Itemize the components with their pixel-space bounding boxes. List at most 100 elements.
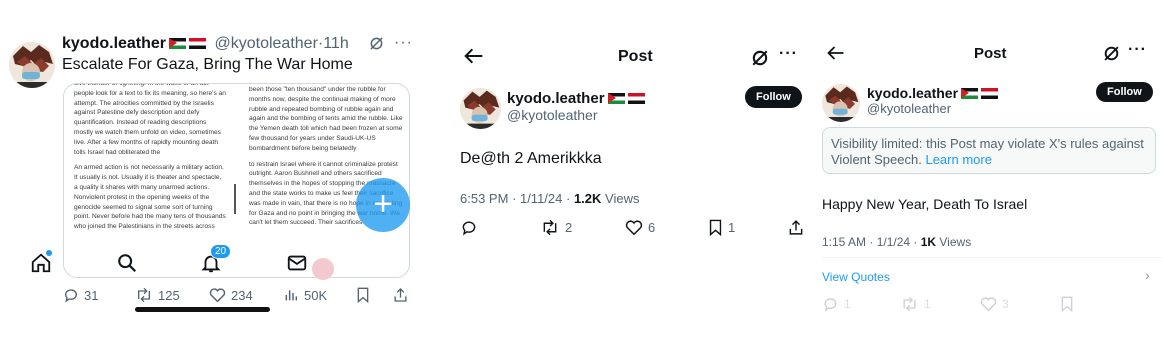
display-name[interactable]: kyodo.leather [867,85,958,101]
heart-icon [209,288,226,303]
post-timestamp: 1:15 AM · 1/1/24 · [822,235,921,249]
follow-button[interactable]: Follow [745,86,802,108]
communities-avatar-icon[interactable] [312,258,334,280]
repost-button: 1 [900,296,931,312]
bookmark-icon[interactable] [356,287,370,303]
reply-button[interactable]: 31 [63,287,98,303]
back-arrow-icon[interactable] [464,47,484,65]
post-header: kyodo.leather [867,85,999,101]
view-quotes-link[interactable]: View Quotes [822,270,890,284]
repost-icon [903,296,916,312]
avatar[interactable] [460,88,501,129]
page-title: Post [618,48,653,65]
post-age[interactable]: 11h [323,35,349,52]
display-name[interactable]: kyodo.leather [62,35,166,52]
repost-button[interactable]: 125 [135,287,180,303]
reply-button: 1 [822,296,851,312]
mail-icon[interactable] [286,252,308,274]
more-options-icon[interactable]: ··· [394,34,413,52]
like-button: 3 [980,296,1009,312]
action-bar: 31 125 234 50K [63,287,408,305]
grok-icon[interactable] [1103,45,1120,62]
repost-count: 1 [924,297,931,311]
like-count: 6 [648,220,656,235]
palestine-flag-icon [169,38,187,49]
action-bar-disabled: 1 1 3 [822,296,1157,314]
compose-button[interactable]: + [356,178,410,232]
repost-count: 125 [158,287,180,303]
reply-icon [462,221,476,236]
home-indicator [135,307,270,312]
text-cursor [234,184,236,214]
repost-icon [138,287,150,303]
repost-icon [543,219,557,236]
views-icon [285,290,298,301]
palestine-flag-icon [607,93,625,104]
handle[interactable]: @kyotoleather [507,107,597,123]
search-icon[interactable] [116,252,138,274]
reply-button[interactable] [460,219,483,236]
views-label: Views [601,191,640,206]
reply-icon [824,298,837,312]
grok-icon[interactable] [751,49,769,67]
avatar-image [460,88,501,129]
views-count: 1.2K [573,191,602,206]
repost-button[interactable]: 2 [540,219,572,236]
visibility-notice: Visibility limited: this Post may violat… [822,127,1156,174]
share-icon[interactable] [393,287,408,303]
views-button[interactable]: 50K [283,287,327,303]
yemen-flag-icon [981,88,999,99]
learn-more-link[interactable]: Learn more [925,152,991,167]
palestine-flag-icon [961,88,979,99]
media-paragraph: sive thunder or lightning. In the wake o… [74,83,226,156]
post-timestamp: 6:53 PM · 1/11/24 · [460,191,574,206]
media-text-column-left: sive thunder or lightning. In the wake o… [74,83,226,238]
yemen-flag-icon [627,93,645,104]
grok-icon[interactable] [369,36,384,51]
chevron-right-icon: › [1145,267,1150,283]
post-text: Happy New Year, Death To Israel [822,196,1028,212]
avatar-image [9,42,55,88]
unread-dot [46,250,52,256]
bookmark-icon [709,219,722,236]
reply-count: 1 [844,297,851,311]
avatar[interactable] [822,84,860,122]
like-button[interactable]: 234 [209,287,253,303]
media-paragraph: An armed action is not necessarily a mil… [74,164,226,231]
bookmark-count: 1 [728,220,736,235]
yemen-flag-icon [189,38,207,49]
timeline-panel: kyodo.leather @kyotoleather·11h ··· Esca… [0,0,418,338]
heart-icon [980,297,997,312]
post-meta: 1:15 AM · 1/1/24 · 1K Views [822,235,971,249]
follow-button[interactable]: Follow [1096,82,1153,102]
handle[interactable]: @kyotoleather [214,35,317,52]
handle[interactable]: @kyotoleather [867,101,951,116]
action-bar: 2 6 1 [460,219,810,237]
post-detail-panel: Post ··· kyodo.leather @kyotoleather Fol… [440,0,812,338]
post-header: kyodo.leather [507,90,645,107]
heart-icon [625,220,643,236]
views-count: 50K [304,287,328,303]
like-count: 3 [1002,297,1009,311]
limited-post-panel: Post ··· kyodo.leather @kyotoleather Fol… [812,0,1163,338]
post-text: Escalate For Gaza, Bring The War Home [62,56,353,73]
post-text: De@th 2 Amerikkka [460,150,602,167]
bookmark-button[interactable]: 1 [708,219,735,236]
bottom-tab-bar: 20 [30,244,400,278]
reply-icon [65,289,77,303]
repost-count: 2 [565,220,573,235]
page-title: Post [974,45,1007,62]
views-count: 1K [920,235,937,249]
more-options-icon[interactable]: ··· [779,45,798,63]
avatar[interactable] [9,42,55,88]
divider [822,257,1162,258]
bookmark-icon [1061,296,1073,312]
back-arrow-icon[interactable] [827,45,845,61]
media-paragraph: been those "ten thousand" under the rubb… [249,86,403,152]
display-name[interactable]: kyodo.leather [507,90,605,107]
avatar-image [822,84,860,122]
like-button[interactable]: 6 [625,219,655,236]
share-icon[interactable] [788,219,804,236]
post-meta: 6:53 PM · 1/11/24 · 1.2K Views [460,191,639,206]
more-options-icon[interactable]: ··· [1128,41,1147,59]
